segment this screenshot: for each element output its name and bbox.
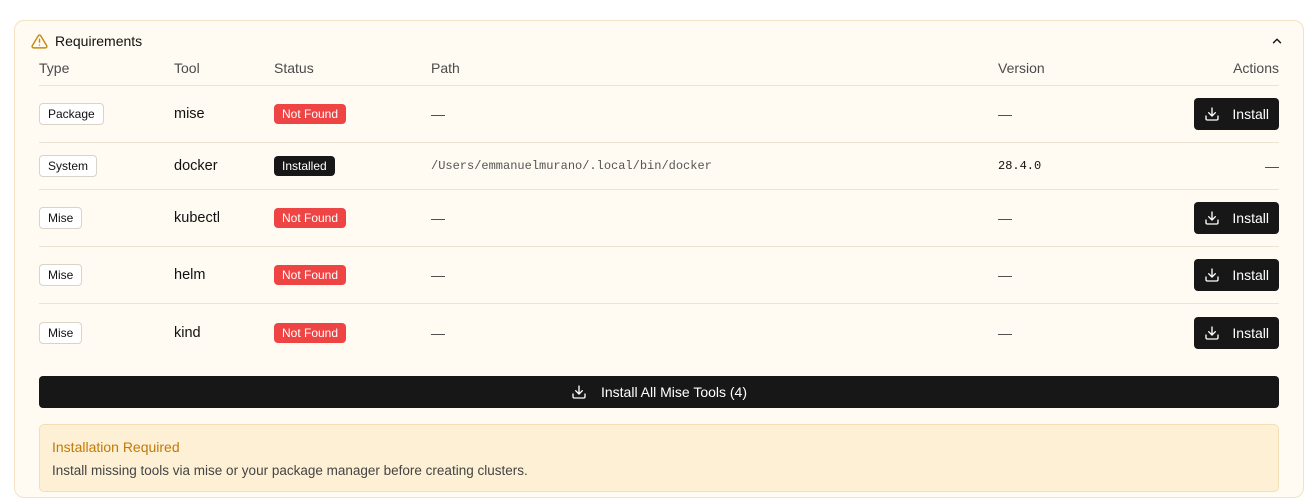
requirements-card: Requirements Type Tool Status Path Versi… [14,20,1304,498]
column-actions: Actions [1233,60,1279,76]
tool-name: helm [174,267,206,283]
requirements-table: Type Tool Status Path Version Actions Pa… [39,55,1279,361]
install-button[interactable]: Install [1194,98,1279,130]
type-badge: System [39,155,98,177]
table-row: Package mise Not Found — — Install [39,86,1279,143]
table-row: Mise kubectl Not Found — — Install [39,190,1279,247]
alert-description: Install missing tools via mise or your p… [52,463,528,478]
tool-name: kind [174,324,201,341]
install-all-button[interactable]: Install All Mise Tools (4) [39,376,1279,408]
tool-path: /Users/emmanuelmurano/.local/bin/docker [431,159,712,173]
collapse-button[interactable] [1267,31,1287,51]
no-action: — [1265,158,1279,174]
install-label: Install [1232,324,1269,341]
tool-version: — [998,106,1012,122]
column-status: Status [274,60,314,76]
tool-name: docker [174,158,218,174]
tool-version: — [998,210,1012,226]
download-icon [1204,267,1220,283]
tool-path: — [431,267,445,283]
column-path: Path [431,60,460,76]
table-row: Mise helm Not Found — — Install [39,247,1279,304]
install-all-label: Install All Mise Tools (4) [600,384,747,400]
status-badge: Not Found [274,208,347,228]
type-badge: Mise [39,321,83,344]
table-header: Type Tool Status Path Version Actions [39,55,1279,86]
tool-version: — [998,324,1012,341]
warning-triangle-icon [31,33,48,50]
type-badge: Mise [39,207,83,229]
tool-version: — [998,267,1012,283]
status-badge: Not Found [274,265,347,285]
status-badge: Not Found [274,322,347,343]
table-row: Mise kind Not Found — — Install [39,304,1279,361]
install-label: Install [1232,267,1269,283]
install-button[interactable]: Install [1194,202,1279,234]
tool-name: kubectl [174,210,220,226]
tool-name: mise [174,106,205,122]
table-row: System docker Installed /Users/emmanuelm… [39,143,1279,190]
column-type: Type [39,60,70,76]
type-badge: Mise [39,264,83,286]
tool-path: — [431,324,445,341]
installation-alert: Installation Required Install missing to… [39,424,1279,492]
chevron-up-icon [1270,34,1284,48]
column-tool: Tool [174,60,200,76]
tool-path: — [431,106,445,122]
type-badge: Package [39,103,104,125]
tool-version: 28.4.0 [998,159,1042,173]
download-icon [1204,325,1220,341]
tool-path: — [431,210,445,226]
card-title: Requirements [55,33,143,49]
column-version: Version [998,60,1045,76]
alert-title: Installation Required [52,439,180,455]
status-badge: Installed [274,156,335,176]
download-icon [1204,106,1220,122]
requirements-header: Requirements [31,31,1287,51]
install-label: Install [1232,106,1269,122]
download-icon [1204,210,1220,226]
install-label: Install [1232,210,1269,226]
status-badge: Not Found [274,104,347,124]
download-icon [571,384,587,400]
install-button[interactable]: Install [1194,316,1279,349]
install-button[interactable]: Install [1194,259,1279,291]
